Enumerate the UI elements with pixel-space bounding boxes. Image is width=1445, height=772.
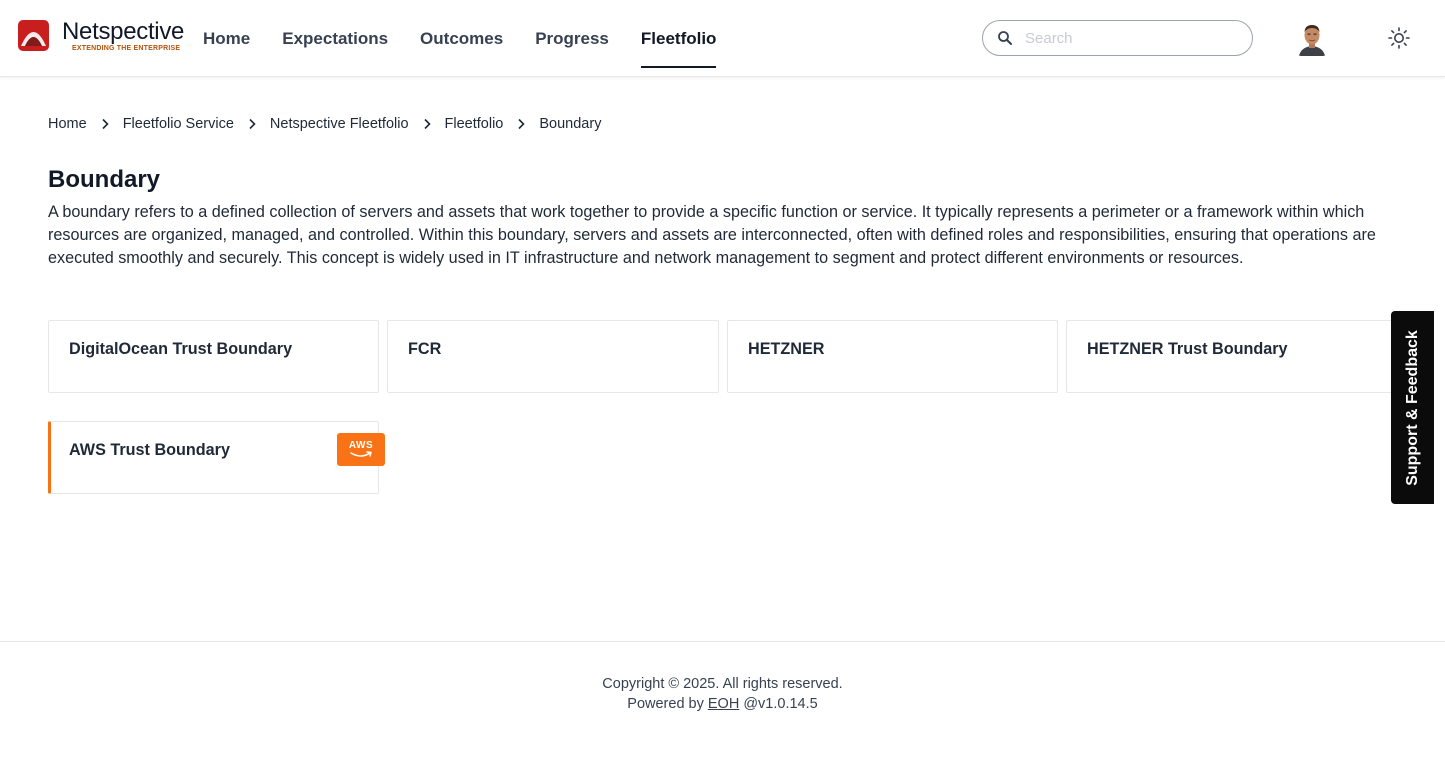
breadcrumb-boundary: Boundary	[539, 116, 602, 132]
chevron-right-icon	[423, 118, 431, 130]
brand-tagline: EXTENDING THE ENTERPRISE	[72, 45, 181, 52]
aws-smile-icon	[350, 450, 372, 457]
nav-item-progress[interactable]: Progress	[535, 0, 609, 77]
chevron-right-icon	[518, 118, 526, 130]
brand-logo[interactable]: Netspective EXTENDING THE ENTERPRISE	[18, 19, 184, 53]
chevron-right-icon	[249, 118, 256, 130]
boundary-card-hetzner-trust[interactable]: HETZNER Trust Boundary	[1066, 320, 1396, 393]
sun-icon[interactable]	[1387, 26, 1411, 50]
breadcrumb: Home Fleetfolio Service Netspective Flee…	[48, 116, 601, 132]
aws-logo-icon: AWS	[337, 433, 385, 466]
chevron-right-icon	[102, 118, 109, 130]
boundary-card-fcr[interactable]: FCR	[387, 320, 719, 393]
nav-item-home[interactable]: Home	[203, 0, 250, 77]
boundary-card-title: AWS Trust Boundary	[69, 441, 230, 459]
breadcrumb-fleetfolio-service[interactable]: Fleetfolio Service	[123, 116, 234, 132]
aws-badge-text: AWS	[348, 439, 374, 451]
nav-item-outcomes[interactable]: Outcomes	[420, 0, 503, 77]
nav-item-expectations[interactable]: Expectations	[282, 0, 388, 77]
footer-powered-prefix: Powered by	[627, 696, 708, 712]
support-feedback-tab[interactable]: Support & Feedback	[1391, 311, 1434, 504]
netspective-logo-icon	[18, 20, 49, 51]
search-icon	[998, 31, 1012, 45]
boundary-card-title: FCR	[408, 340, 442, 358]
breadcrumb-fleetfolio[interactable]: Fleetfolio	[445, 116, 504, 132]
footer-copyright: Copyright © 2025. All rights reserved.	[602, 676, 843, 692]
page-title: Boundary	[48, 166, 161, 193]
boundary-card-hetzner[interactable]: HETZNER	[727, 320, 1058, 393]
search-box[interactable]	[982, 20, 1253, 56]
main-nav: Home Expectations Outcomes Progress Flee…	[203, 0, 748, 77]
user-avatar[interactable]	[1297, 21, 1327, 56]
footer-powered-by: Powered by EOH @v1.0.14.5	[0, 696, 1445, 712]
support-feedback-label: Support & Feedback	[1403, 329, 1421, 486]
footer-version: @v1.0.14.5	[739, 696, 818, 712]
boundary-card-digitalocean[interactable]: DigitalOcean Trust Boundary	[48, 320, 379, 393]
boundary-card-title: HETZNER Trust Boundary	[1087, 340, 1288, 358]
user-avatar-image	[1297, 21, 1327, 56]
page-footer: Copyright © 2025. All rights reserved. P…	[0, 641, 1445, 772]
page-description: A boundary refers to a defined collectio…	[48, 203, 1376, 267]
footer-eoh-link[interactable]: EOH	[708, 696, 739, 712]
nav-item-fleetfolio[interactable]: Fleetfolio	[640, 0, 716, 77]
breadcrumb-netspective-fleetfolio[interactable]: Netspective Fleetfolio	[270, 116, 409, 132]
boundary-card-title: DigitalOcean Trust Boundary	[69, 340, 293, 358]
boundary-card-aws[interactable]: AWS Trust Boundary AWS	[48, 421, 385, 494]
top-header: Netspective EXTENDING THE ENTERPRISE Hom…	[0, 0, 1445, 77]
brand-text: Netspective EXTENDING THE ENTERPRISE	[62, 19, 184, 53]
breadcrumb-home[interactable]: Home	[48, 116, 87, 132]
boundary-card-title: HETZNER	[748, 340, 825, 358]
brand-name: Netspective	[62, 18, 185, 45]
search-input[interactable]	[1025, 29, 1235, 47]
